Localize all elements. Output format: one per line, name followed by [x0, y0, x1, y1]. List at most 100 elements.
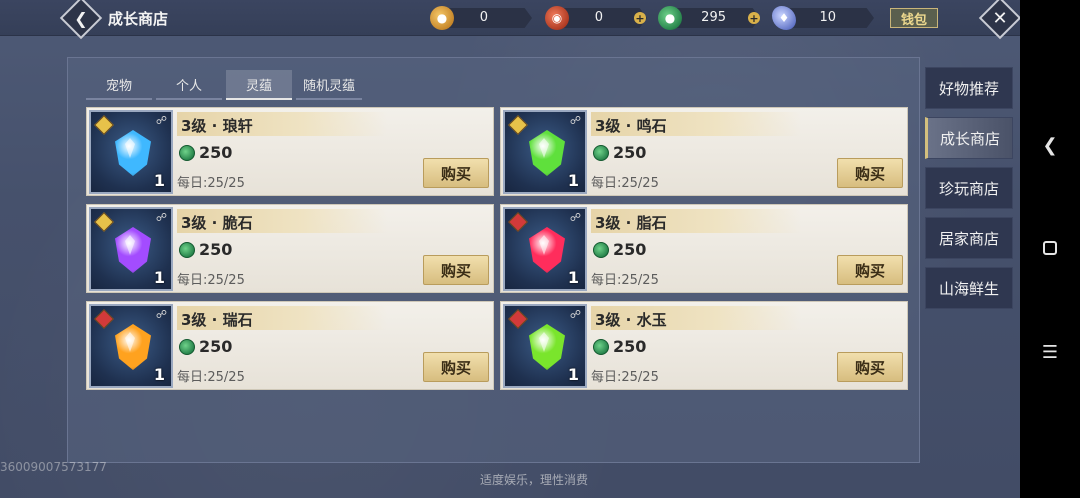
buy-button[interactable]: 购买	[423, 255, 489, 285]
gem-icon	[529, 227, 565, 273]
item-icon-frame[interactable]: ☍ 1	[89, 304, 173, 388]
wallet-button[interactable]: 钱包	[890, 8, 938, 28]
jade-coin-icon	[593, 339, 609, 355]
link-icon: ☍	[569, 211, 581, 224]
gem-icon	[529, 130, 565, 176]
daily-limit: 每日:25/25	[177, 273, 245, 288]
item-grid[interactable]: ☍ 1 3级 · 琅轩 250 每日:25/25 购买 ☍ 1 3级 · 鸣石 …	[86, 107, 910, 409]
item-price: 250	[199, 143, 233, 162]
top-bar: ❮ 成长商店 0 ● 0 ◉ + 295 ● + 10 ♦ 钱包 ✕	[0, 0, 1020, 40]
buy-button[interactable]: 购买	[423, 158, 489, 188]
daily-limit: 每日:25/25	[177, 176, 245, 191]
side-item-seafood[interactable]: 山海鲜生	[925, 267, 1013, 309]
system-nav-bar: ❮ ☰	[1020, 0, 1080, 498]
watermark-id: 36009007573177	[0, 460, 107, 474]
item-name: 3级 · 瑞石	[181, 311, 253, 329]
red-token-icon: ◉	[545, 6, 569, 30]
gold-coin-icon: ●	[430, 6, 454, 30]
close-icon: ✕	[992, 7, 1008, 29]
item-name: 3级 · 脂石	[595, 214, 667, 232]
item-price: 250	[199, 337, 233, 356]
side-item-treasure-shop[interactable]: 珍玩商店	[925, 167, 1013, 209]
item-card[interactable]: ☍ 1 3级 · 脆石 250 每日:25/25 购买	[86, 204, 494, 293]
item-quantity: 1	[153, 268, 165, 287]
jade-coin-icon	[593, 145, 609, 161]
currency-jade-value: 295	[701, 10, 726, 25]
quality-badge-icon	[508, 115, 528, 135]
side-item-home-shop[interactable]: 居家商店	[925, 217, 1013, 259]
item-quantity: 1	[153, 365, 165, 384]
category-tabs: 宠物 个人 灵蕴 随机灵蕴	[86, 70, 362, 100]
buy-button[interactable]: 购买	[837, 158, 903, 188]
chevron-left-icon: ❮	[74, 8, 88, 28]
item-icon-frame[interactable]: ☍ 1	[503, 110, 587, 194]
item-card[interactable]: ☍ 1 3级 · 鸣石 250 每日:25/25 购买	[500, 107, 908, 196]
gem-icon	[115, 130, 151, 176]
item-name: 3级 · 水玉	[595, 311, 667, 329]
shop-panel: 宠物 个人 灵蕴 随机灵蕴 ☍ 1 3级 · 琅轩 250 每日:25/25 购…	[67, 57, 920, 463]
item-name: 3级 · 脆石	[181, 214, 253, 232]
gem-icon	[529, 324, 565, 370]
system-back-icon[interactable]: ❮	[1040, 135, 1060, 156]
quality-badge-icon	[94, 309, 114, 329]
item-price: 250	[613, 240, 647, 259]
daily-limit: 每日:25/25	[177, 370, 245, 385]
quality-badge-icon	[94, 115, 114, 135]
system-menu-icon[interactable]: ☰	[1040, 342, 1060, 363]
back-button[interactable]: ❮	[59, 0, 103, 40]
item-card[interactable]: ☍ 1 3级 · 琅轩 250 每日:25/25 购买	[86, 107, 494, 196]
item-price: 250	[613, 143, 647, 162]
side-item-growth-shop[interactable]: 成长商店	[925, 117, 1013, 159]
link-icon: ☍	[569, 308, 581, 321]
jade-coin-icon	[593, 242, 609, 258]
item-card[interactable]: ☍ 1 3级 · 瑞石 250 每日:25/25 购买	[86, 301, 494, 390]
item-name: 3级 · 鸣石	[595, 117, 667, 135]
footer-note: 适度娱乐，理性消费	[480, 473, 589, 487]
item-price: 250	[613, 337, 647, 356]
daily-limit: 每日:25/25	[591, 273, 659, 288]
gem-icon	[115, 324, 151, 370]
tab-random-lingyun[interactable]: 随机灵蕴	[296, 70, 362, 100]
item-quantity: 1	[567, 365, 579, 384]
side-item-recommended[interactable]: 好物推荐	[925, 67, 1013, 109]
item-icon-frame[interactable]: ☍ 1	[503, 207, 587, 291]
item-card[interactable]: ☍ 1 3级 · 水玉 250 每日:25/25 购买	[500, 301, 908, 390]
game-screen: ❮ 成长商店 0 ● 0 ◉ + 295 ● + 10 ♦ 钱包 ✕ 宠物 个人…	[0, 0, 1020, 498]
jade-coin-icon	[179, 242, 195, 258]
daily-limit: 每日:25/25	[591, 370, 659, 385]
buy-button[interactable]: 购买	[837, 352, 903, 382]
buy-button[interactable]: 购买	[423, 352, 489, 382]
quality-badge-icon	[508, 212, 528, 232]
link-icon: ☍	[155, 211, 167, 224]
buy-button[interactable]: 购买	[837, 255, 903, 285]
quality-badge-icon	[508, 309, 528, 329]
link-icon: ☍	[155, 308, 167, 321]
item-icon-frame[interactable]: ☍ 1	[503, 304, 587, 388]
jade-coin-icon: ●	[658, 6, 682, 30]
currency-red-value: 0	[594, 10, 603, 25]
shop-side-nav: 好物推荐 成长商店 珍玩商店 居家商店 山海鲜生	[925, 67, 1013, 317]
item-name: 3级 · 琅轩	[181, 117, 253, 135]
system-home-icon[interactable]	[1043, 241, 1057, 255]
close-button[interactable]: ✕	[978, 0, 1020, 40]
item-price: 250	[199, 240, 233, 259]
tab-personal[interactable]: 个人	[156, 70, 222, 100]
gem-icon	[115, 227, 151, 273]
add-red-token-button[interactable]: +	[634, 12, 646, 24]
link-icon: ☍	[155, 114, 167, 127]
currency-crystal-value: 10	[819, 10, 836, 25]
add-jade-button[interactable]: +	[748, 12, 760, 24]
page-title: 成长商店	[108, 10, 169, 28]
jade-coin-icon	[179, 145, 195, 161]
daily-limit: 每日:25/25	[591, 176, 659, 191]
quality-badge-icon	[94, 212, 114, 232]
item-icon-frame[interactable]: ☍ 1	[89, 207, 173, 291]
tab-lingyun[interactable]: 灵蕴	[226, 70, 292, 100]
item-quantity: 1	[153, 171, 165, 190]
link-icon: ☍	[569, 114, 581, 127]
item-card[interactable]: ☍ 1 3级 · 脂石 250 每日:25/25 购买	[500, 204, 908, 293]
tab-pets[interactable]: 宠物	[86, 70, 152, 100]
item-icon-frame[interactable]: ☍ 1	[89, 110, 173, 194]
item-quantity: 1	[567, 268, 579, 287]
currency-gold-value: 0	[479, 10, 488, 25]
